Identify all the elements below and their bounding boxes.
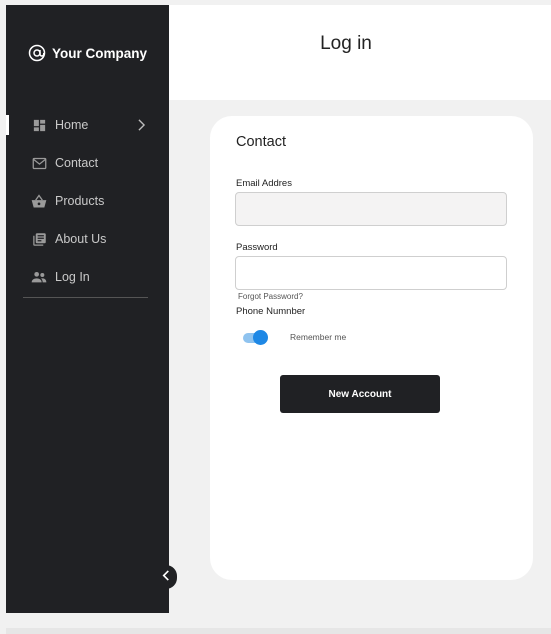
people-icon: [31, 269, 47, 285]
sidebar: Your Company Home Contact Products About…: [6, 5, 169, 613]
sidebar-item-label: About Us: [55, 232, 107, 246]
email-label: Email Addres: [236, 178, 292, 189]
card-title: Contact: [236, 134, 286, 150]
login-card: Contact Email Addres Password Forgot Pas…: [210, 116, 533, 580]
basket-icon: [31, 193, 47, 209]
email-field[interactable]: [235, 192, 507, 226]
sidebar-item-log-in[interactable]: Log In: [6, 258, 169, 296]
app-frame: Your Company Home Contact Products About…: [0, 0, 551, 634]
sidebar-nav: Home Contact Products About Us Log In: [6, 106, 169, 296]
page-header: Log in: [169, 5, 551, 100]
sidebar-item-about-us[interactable]: About Us: [6, 220, 169, 258]
sidebar-item-contact[interactable]: Contact: [6, 144, 169, 182]
remember-me-label: Remember me: [290, 332, 347, 342]
password-label: Password: [236, 242, 278, 253]
sidebar-divider: [23, 297, 148, 298]
forgot-password-link[interactable]: Forgot Password?: [238, 292, 303, 301]
sidebar-item-label: Contact: [55, 156, 99, 170]
chevron-left-icon: [162, 568, 170, 586]
remember-me-toggle[interactable]: [243, 330, 269, 345]
password-field[interactable]: [235, 256, 507, 290]
sidebar-collapse-button[interactable]: [155, 565, 177, 589]
at-icon: [28, 44, 46, 62]
sidebar-item-label: Home: [55, 118, 89, 132]
mail-icon: [31, 155, 47, 171]
library-books-icon: [31, 231, 47, 247]
brand-logo[interactable]: Your Company: [28, 42, 147, 64]
sidebar-item-label: Products: [55, 194, 105, 208]
sidebar-item-products[interactable]: Products: [6, 182, 169, 220]
page-title: Log in: [320, 33, 372, 54]
sidebar-item-home[interactable]: Home: [6, 106, 169, 144]
bottom-strip: [6, 628, 551, 634]
chevron-right-icon: [135, 118, 147, 132]
toggle-knob: [253, 330, 268, 345]
sidebar-item-label: Log In: [55, 270, 90, 284]
dashboard-icon: [31, 117, 47, 133]
new-account-button[interactable]: New Account: [280, 375, 440, 413]
phone-label: Phone Numnber: [236, 306, 306, 317]
brand-name: Your Company: [52, 45, 148, 61]
